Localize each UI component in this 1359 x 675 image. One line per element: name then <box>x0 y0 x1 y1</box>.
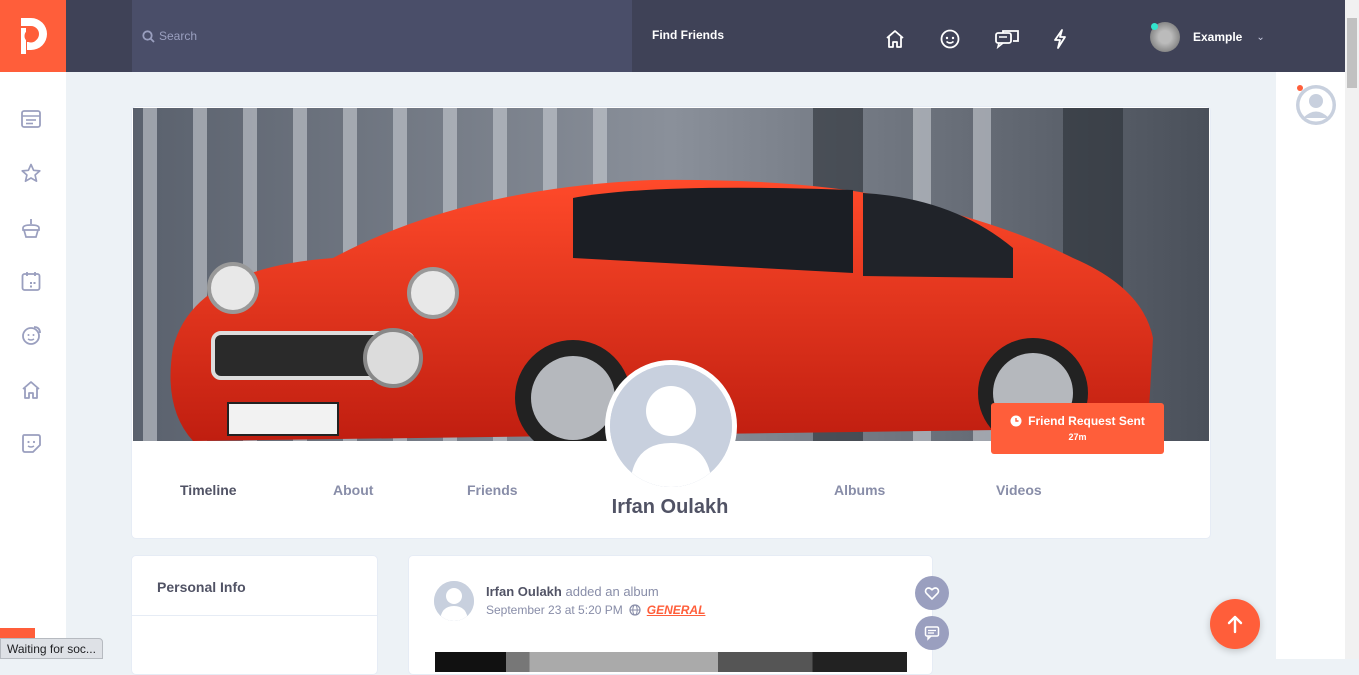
sticker-icon[interactable] <box>20 432 42 454</box>
tab-albums[interactable]: Albums <box>834 482 885 498</box>
cake-icon[interactable] <box>20 217 42 239</box>
left-sidebar <box>0 72 66 659</box>
online-status-dot <box>1151 23 1158 30</box>
post-timestamp: September 23 at 5:20 PM <box>486 603 623 617</box>
friend-request-label: Friend Request Sent <box>1028 414 1145 428</box>
post-author-name[interactable]: Irfan Oulakh <box>486 584 562 599</box>
browser-status-bar: Waiting for soc... <box>0 638 103 659</box>
arrow-up-icon <box>1227 615 1243 634</box>
scrollbar-thumb[interactable] <box>1347 18 1357 88</box>
tab-about[interactable]: About <box>333 482 373 498</box>
home-icon[interactable] <box>20 379 42 401</box>
like-button[interactable] <box>915 576 949 610</box>
logo[interactable] <box>0 0 66 72</box>
back-to-top-button[interactable] <box>1210 599 1260 649</box>
right-sidebar <box>1276 72 1345 659</box>
friends-group-icon[interactable] <box>20 324 42 346</box>
profile-avatar[interactable] <box>605 360 737 492</box>
post-album-preview[interactable] <box>435 652 907 672</box>
red-indicator <box>0 628 35 638</box>
post-action-text: added an album <box>565 584 659 599</box>
lightning-notifications-icon[interactable] <box>1049 28 1071 50</box>
home-icon[interactable] <box>884 28 906 50</box>
friend-request-sent-button[interactable]: Friend Request Sent 27m <box>991 403 1164 454</box>
user-name: Example <box>1193 30 1243 44</box>
comment-button[interactable] <box>915 616 949 650</box>
personal-info-title: Personal Info <box>132 556 377 616</box>
smiley-face-icon[interactable] <box>939 28 961 50</box>
default-user-avatar-icon <box>610 365 732 487</box>
calendar-icon[interactable] <box>20 270 42 292</box>
profile-name: Irfan Oulakh <box>611 496 729 518</box>
friend-avatar[interactable] <box>1296 85 1336 125</box>
heart-icon <box>924 587 940 601</box>
newsfeed-icon[interactable] <box>20 108 42 130</box>
star-icon[interactable] <box>20 162 42 184</box>
search-icon <box>142 29 155 43</box>
notification-dot <box>1297 85 1303 91</box>
chat-messages-icon[interactable] <box>994 28 1019 50</box>
post-card: Irfan Oulakh added an album September 23… <box>408 555 933 675</box>
personal-info-card: Personal Info <box>131 555 378 675</box>
comment-icon <box>924 626 940 641</box>
tab-friends[interactable]: Friends <box>467 482 518 498</box>
user-menu[interactable]: Example ⌄ <box>1150 22 1265 52</box>
post-side-actions <box>915 576 949 656</box>
top-navigation-bar: Find Friends Example ⌄ <box>0 0 1345 72</box>
page-scrollbar[interactable] <box>1345 0 1359 659</box>
tab-timeline[interactable]: Timeline <box>180 482 237 498</box>
logo-icon <box>21 18 47 54</box>
friend-request-time: 27m <box>1068 432 1087 442</box>
find-friends-link[interactable]: Find Friends <box>652 28 724 42</box>
globe-icon <box>629 604 641 616</box>
tab-videos[interactable]: Videos <box>996 482 1042 498</box>
search-bar <box>132 0 632 72</box>
post-header: Irfan Oulakh added an album <box>486 584 659 599</box>
chevron-down-icon: ⌄ <box>1256 31 1265 43</box>
avatar <box>1150 22 1180 52</box>
search-input[interactable] <box>159 29 619 43</box>
top-nav-icons <box>884 28 1071 50</box>
post-privacy-label[interactable]: GENERAL <box>647 603 706 617</box>
post-meta: September 23 at 5:20 PM GENERAL <box>486 603 705 617</box>
clock-icon <box>1010 415 1022 427</box>
post-author-avatar[interactable] <box>434 581 474 621</box>
